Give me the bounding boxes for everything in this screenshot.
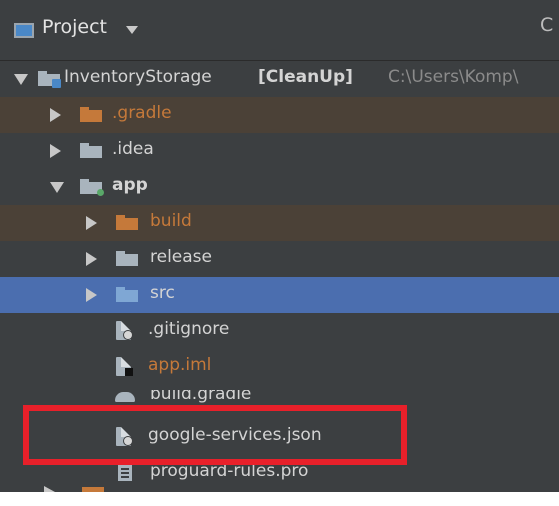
- collapse-arrow-icon[interactable]: [14, 74, 28, 85]
- tree-row-idea[interactable]: .idea: [0, 133, 559, 169]
- source-folder-icon: [116, 287, 138, 302]
- tree-item-label: build: [150, 211, 192, 231]
- collapse-arrow-icon[interactable]: [50, 182, 64, 193]
- tree-row-root[interactable]: InventoryStorage [CleanUp] C:\Users\Komp…: [0, 61, 559, 97]
- tree-item-label: .idea: [112, 139, 154, 159]
- highlight-annotation-box: [23, 405, 407, 465]
- tree-row-app[interactable]: app: [0, 169, 559, 205]
- root-project-name: InventoryStorage: [64, 67, 212, 87]
- module-folder-icon: [80, 179, 104, 196]
- tree-row-build[interactable]: build: [0, 205, 559, 241]
- tree-row-app-iml[interactable]: app.iml: [0, 349, 559, 385]
- screenshot-frame: Project C InventoryStorage [CleanUp] C:\…: [0, 0, 559, 506]
- tree-row-gradle[interactable]: .gradle: [0, 97, 559, 133]
- folder-icon: [80, 143, 102, 158]
- folder-icon: [82, 487, 104, 492]
- tree-row-src[interactable]: src: [0, 277, 559, 313]
- tree-item-label: src: [150, 283, 175, 303]
- tree-item-label: app.iml: [148, 355, 212, 375]
- tree-item-label: release: [150, 247, 212, 267]
- tree-item-label: .gradle: [112, 103, 172, 123]
- root-branch-tag: [CleanUp]: [258, 67, 353, 87]
- expand-arrow-icon[interactable]: [86, 288, 97, 302]
- expand-arrow-icon[interactable]: [44, 486, 55, 492]
- module-folder-icon: [38, 71, 61, 88]
- gradle-icon: [115, 392, 135, 402]
- expand-arrow-icon[interactable]: [50, 144, 61, 158]
- tree-item-label: .gitignore: [148, 319, 230, 339]
- tree-item-label: app: [112, 175, 148, 195]
- tree-row-release[interactable]: release: [0, 241, 559, 277]
- dropdown-caret-icon[interactable]: [126, 26, 138, 34]
- tree-row-gitignore[interactable]: .gitignore: [0, 313, 559, 349]
- folder-icon: [116, 215, 138, 230]
- project-panel-header[interactable]: Project C: [0, 0, 559, 61]
- tree-item-label: build.gradle: [150, 390, 252, 404]
- expand-arrow-icon[interactable]: [50, 108, 61, 122]
- root-project-path: C:\Users\Komp\: [388, 67, 519, 87]
- gitignore-file-icon: [116, 321, 133, 340]
- text-file-icon: [118, 464, 132, 481]
- project-view-icon: [14, 23, 34, 38]
- project-view-label[interactable]: Project: [42, 16, 107, 38]
- iml-file-icon: [116, 357, 133, 376]
- project-tool-window: Project C InventoryStorage [CleanUp] C:\…: [0, 0, 559, 492]
- expand-arrow-icon[interactable]: [86, 252, 97, 266]
- header-cut-text: C: [540, 14, 554, 36]
- folder-icon: [116, 251, 138, 266]
- folder-icon: [80, 107, 102, 122]
- tree-row-build-gradle[interactable]: build.gradle: [150, 390, 350, 404]
- expand-arrow-icon[interactable]: [86, 216, 97, 230]
